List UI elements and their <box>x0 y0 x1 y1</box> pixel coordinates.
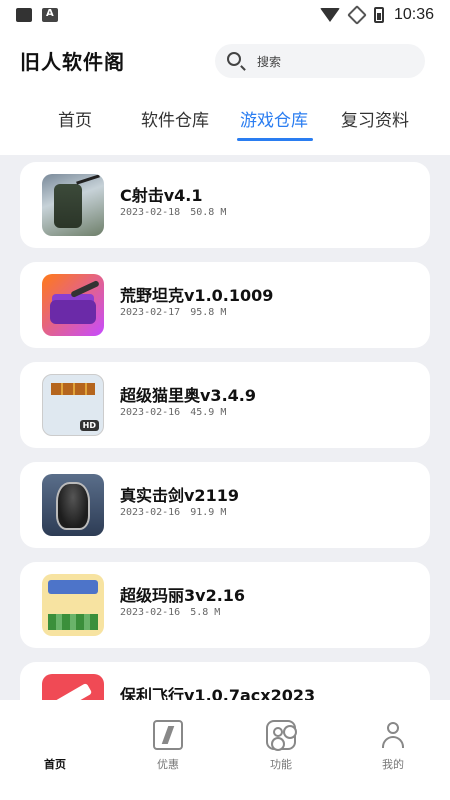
tab-home[interactable]: 首页 <box>58 106 92 131</box>
image-notification-icon <box>16 8 32 22</box>
list-item[interactable]: 超级玛丽3v2.16 2023-02-16 5.8 M <box>20 562 430 648</box>
list-item[interactable]: 超级猫里奥v3.4.9 2023-02-16 45.9 M <box>20 362 430 448</box>
home-icon <box>40 720 70 750</box>
list-item[interactable]: 保利飞行v1.0.7acx2023 <box>20 662 430 700</box>
nav-profile[interactable]: 我的 <box>358 720 428 772</box>
nav-label: 功能 <box>270 758 292 771</box>
app-title: 旧人软件阁 <box>20 50 125 74</box>
tab-study-materials[interactable]: 复习资料 <box>341 106 409 131</box>
search-input[interactable] <box>255 44 419 80</box>
app-date: 2023-02-18 <box>120 207 181 218</box>
list-item[interactable]: 荒野坦克v1.0.1009 2023-02-17 95.8 M <box>20 262 430 348</box>
app-size: 95.8 M <box>190 307 227 318</box>
search-icon <box>227 52 241 66</box>
bottom-nav: 首页 优惠 功能 我的 <box>0 700 450 800</box>
app-date: 2023-02-17 <box>120 307 181 318</box>
app-meta: 2023-02-16 5.8 M <box>120 607 220 618</box>
soldier-game-icon <box>42 174 104 236</box>
nav-functions[interactable]: 功能 <box>246 720 316 772</box>
app-meta: 2023-02-17 95.8 M <box>120 307 226 318</box>
app-size: 50.8 M <box>190 207 227 218</box>
nav-label: 我的 <box>382 758 404 771</box>
nav-label: 优惠 <box>157 758 179 771</box>
status-time: 10:36 <box>393 6 434 23</box>
list-item[interactable]: 真实击剑v2119 2023-02-16 91.9 M <box>20 462 430 548</box>
nav-discounts[interactable]: 优惠 <box>133 720 203 772</box>
category-tabs: 首页 软件仓库 游戏仓库 复习资料 <box>0 100 450 148</box>
wifi-icon <box>319 8 340 22</box>
app-size: 91.9 M <box>190 507 227 518</box>
tab-games[interactable]: 游戏仓库 <box>240 106 308 131</box>
plane-game-icon <box>42 674 104 700</box>
active-tab-indicator <box>237 138 313 141</box>
nav-label: 首页 <box>44 758 66 771</box>
user-icon <box>378 720 408 750</box>
list-item[interactable]: C射击v4.1 2023-02-18 50.8 M <box>20 162 430 248</box>
tab-software[interactable]: 软件仓库 <box>141 106 209 131</box>
function-icon <box>266 720 296 750</box>
app-meta: 2023-02-18 50.8 M <box>120 207 226 218</box>
app-name: 真实击剑v2119 <box>120 486 239 505</box>
app-name: 超级玛丽3v2.16 <box>120 586 246 605</box>
battery-icon <box>373 7 384 23</box>
bolt-icon <box>153 720 183 750</box>
no-signal-icon <box>347 5 367 25</box>
status-left <box>16 8 58 22</box>
app-meta: 2023-02-16 91.9 M <box>120 507 226 518</box>
app-name: 超级猫里奥v3.4.9 <box>120 386 256 405</box>
app-meta: 2023-02-16 45.9 M <box>120 407 226 418</box>
app-name: 保利飞行v1.0.7acx2023 <box>120 686 316 700</box>
app-size: 5.8 M <box>190 607 221 618</box>
cat-mario-game-icon <box>42 374 104 436</box>
app-date: 2023-02-16 <box>120 507 181 518</box>
status-bar: 10:36 <box>0 0 450 32</box>
tank-game-icon <box>42 274 104 336</box>
app-name: 荒野坦克v1.0.1009 <box>120 286 274 305</box>
game-list[interactable]: C射击v4.1 2023-02-18 50.8 M 荒野坦克v1.0.1009 2… <box>0 155 450 700</box>
search-bar[interactable] <box>215 44 425 80</box>
app-name: C射击v4.1 <box>120 186 203 205</box>
app-size: 45.9 M <box>190 407 227 418</box>
nav-home[interactable]: 首页 <box>20 720 90 772</box>
fencing-mask-icon <box>42 474 104 536</box>
super-mario-game-icon <box>42 574 104 636</box>
status-right: 10:36 <box>319 5 434 25</box>
text-notification-icon <box>42 8 58 22</box>
app-date: 2023-02-16 <box>120 407 181 418</box>
app-date: 2023-02-16 <box>120 607 181 618</box>
